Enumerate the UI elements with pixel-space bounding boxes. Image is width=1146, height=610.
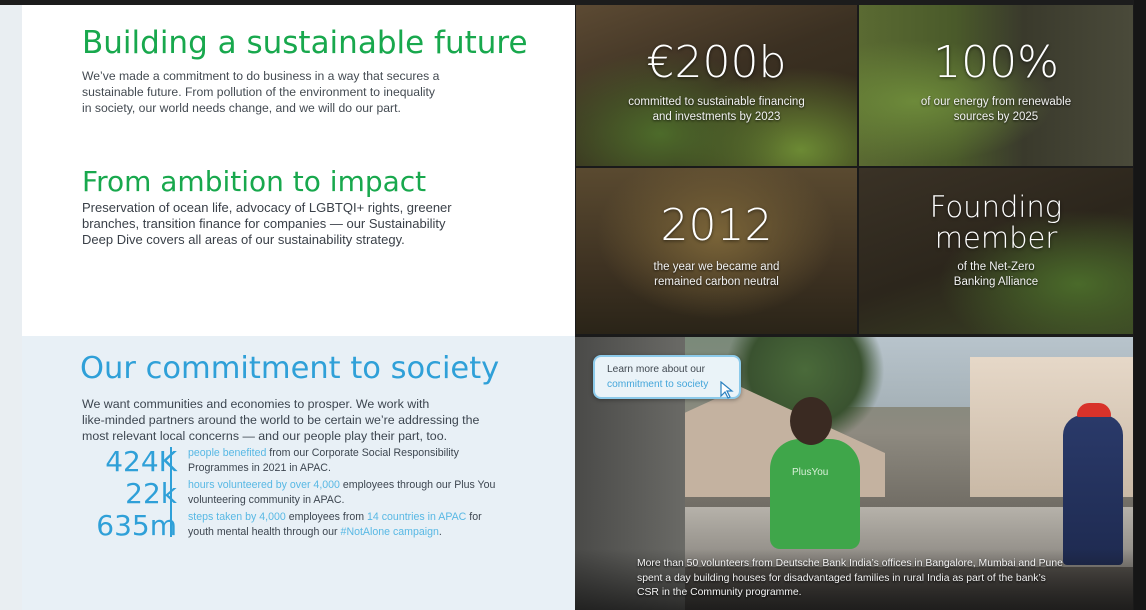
- ambition-body: Preservation of ocean life, advocacy of …: [82, 200, 452, 247]
- tile-caption: of the Net-Zero Banking Alliance: [953, 261, 1039, 288]
- tile-caption: the year we became and remained carbon n…: [653, 261, 780, 288]
- tile-value: 100%: [933, 37, 1059, 88]
- stat-value: 424K: [105, 445, 177, 478]
- photo-volunteer-2: [1063, 403, 1123, 565]
- left-margin: [0, 5, 22, 610]
- stat-people: 424K people benefited from our Corporate…: [22, 446, 575, 478]
- stat-tile-carbon: 2012 the year we became and remained car…: [576, 168, 857, 334]
- cursor-icon: [720, 381, 734, 399]
- tile-caption: of our energy from renewable sources by …: [920, 96, 1072, 123]
- society-body: We want communities and economies to pro…: [82, 397, 480, 443]
- tile-value: €200b: [646, 37, 787, 88]
- photo-caption: More than 50 volunteers from Deutsche Ba…: [637, 558, 1063, 599]
- sustainable-body: We’ve made a commitment to do business i…: [82, 69, 440, 115]
- right-scroll-edge: [1134, 0, 1146, 610]
- sustainability-panel: Building a sustainable future We’ve made…: [22, 5, 575, 336]
- stat-tile-energy: 100% of our energy from renewable source…: [859, 5, 1133, 166]
- tile-caption: committed to sustainable financing and i…: [628, 96, 805, 123]
- stat-desc: steps taken by 4,000 employees from 14 c…: [188, 511, 482, 538]
- sustainable-title: Building a sustainable future: [82, 25, 528, 61]
- society-panel: Our commitment to society We want commun…: [22, 336, 575, 610]
- tile-value: Founding member: [929, 190, 1063, 255]
- photo-volunteer: PlusYou: [770, 397, 860, 549]
- ambition-title: From ambition to impact: [82, 165, 427, 198]
- stat-steps: 635m steps taken by 4,000 employees from…: [22, 510, 575, 542]
- society-title: Our commitment to society: [80, 351, 500, 386]
- stat-value: 22k: [125, 477, 177, 510]
- tile-value: 2012: [660, 200, 773, 251]
- learn-more-button[interactable]: Learn more about our commitment to socie…: [593, 355, 741, 399]
- stat-desc: people benefited from our Corporate Soci…: [188, 447, 459, 474]
- volunteer-photo: PlusYou More than 50 volunteers from Deu…: [575, 337, 1133, 610]
- stat-desc: hours volunteered by over 4,000 employee…: [188, 479, 496, 506]
- stat-value: 635m: [96, 509, 177, 542]
- stat-tile-netzero: Founding member of the Net-Zero Banking …: [859, 168, 1133, 334]
- stat-tile-financing: €200b committed to sustainable financing…: [576, 5, 857, 166]
- stat-hours: 22k hours volunteered by over 4,000 empl…: [22, 478, 575, 510]
